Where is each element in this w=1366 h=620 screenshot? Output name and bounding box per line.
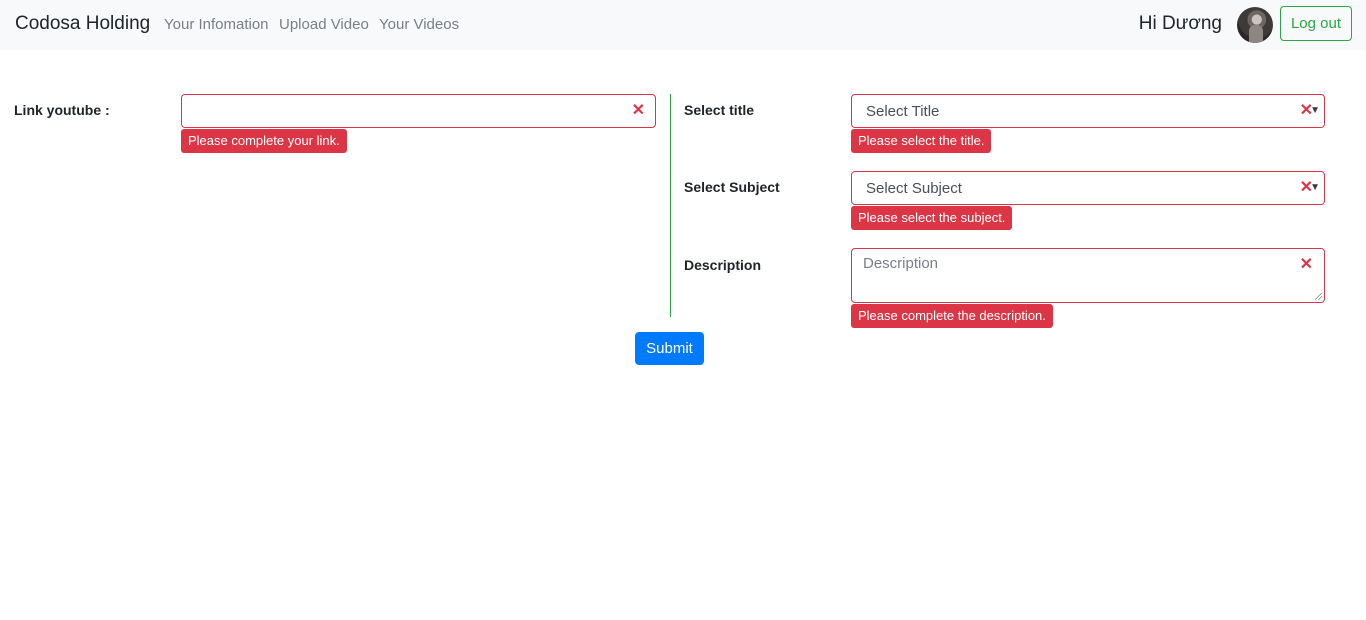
link-error-message: Please complete your link.: [181, 129, 347, 153]
resize-handle-icon[interactable]: [1315, 293, 1322, 300]
nav-link-your-videos[interactable]: Your Videos: [379, 16, 459, 33]
nav-link-your-information[interactable]: Your Infomation: [164, 16, 269, 33]
select-title-field: Select Title ✕ ▼: [851, 94, 1325, 128]
logout-button[interactable]: Log out: [1280, 6, 1352, 41]
title-error-message: Please select the title.: [851, 129, 992, 153]
link-youtube-input[interactable]: [182, 95, 655, 127]
navbar: Codosa Holding Your Infomation Upload Vi…: [0, 0, 1366, 50]
select-title-dropdown[interactable]: Select Title: [852, 95, 1324, 127]
description-label: Description: [684, 257, 762, 273]
description-field: ✕: [851, 248, 1325, 303]
description-textarea[interactable]: [852, 249, 1324, 302]
link-youtube-label: Link youtube :: [14, 102, 110, 118]
avatar[interactable]: [1237, 7, 1273, 43]
link-youtube-field: ✕: [181, 94, 656, 128]
close-icon: ✕: [1299, 256, 1313, 273]
brand-link[interactable]: Codosa Holding: [15, 13, 150, 35]
submit-button[interactable]: Submit: [635, 332, 704, 365]
select-subject-label: Select Subject: [684, 179, 780, 195]
column-divider: [670, 94, 671, 317]
subject-error-message: Please select the subject.: [851, 206, 1013, 230]
description-error-message: Please complete the description.: [851, 304, 1053, 328]
nav-link-upload-video[interactable]: Upload Video: [279, 16, 369, 33]
select-subject-field: Select Subject ✕ ▼: [851, 171, 1325, 205]
caret-down-icon: ▼: [1310, 181, 1320, 193]
select-title-label: Select title: [684, 102, 755, 118]
select-subject-dropdown[interactable]: Select Subject: [852, 172, 1324, 204]
caret-down-icon: ▼: [1310, 104, 1320, 116]
user-greeting: Hi Dương: [1138, 13, 1222, 34]
close-icon: ✕: [631, 102, 645, 119]
